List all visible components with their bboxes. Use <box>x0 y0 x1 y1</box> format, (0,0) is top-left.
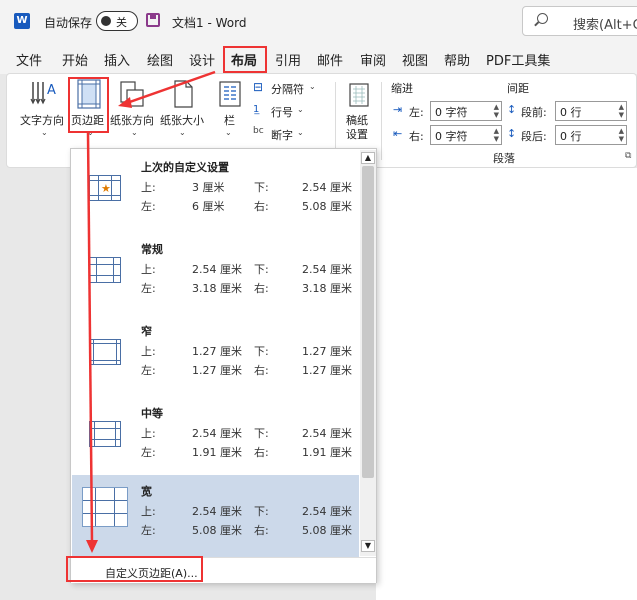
arrow-to-margins <box>123 70 216 106</box>
annotation-arrows <box>86 70 216 553</box>
arrow-to-custom <box>86 132 94 544</box>
arrow-head <box>118 97 132 108</box>
arrow-head <box>86 540 98 553</box>
